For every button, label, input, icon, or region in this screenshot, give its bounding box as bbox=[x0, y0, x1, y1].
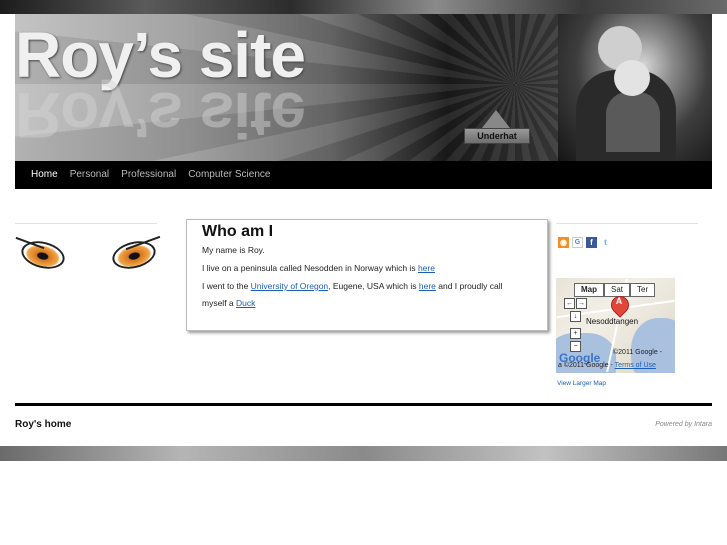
google-icon[interactable]: G bbox=[572, 237, 583, 248]
page-title: Who am I bbox=[202, 223, 274, 240]
content-line-3: I went to the University of Oregon, Euge… bbox=[202, 281, 503, 291]
right-divider bbox=[556, 223, 698, 224]
zoom-in-icon[interactable]: + bbox=[570, 328, 581, 339]
left-divider bbox=[15, 223, 157, 224]
triangle-up-icon bbox=[482, 110, 510, 128]
footer-home-link[interactable]: Roy's home bbox=[15, 419, 71, 430]
pan-down-icon[interactable]: ↓ bbox=[570, 311, 581, 322]
nav-item-home[interactable]: Home bbox=[25, 161, 64, 189]
content-text: My name is Roy. bbox=[202, 245, 265, 255]
eugene-here-link[interactable]: here bbox=[419, 281, 436, 291]
twitter-icon[interactable]: t bbox=[600, 237, 611, 248]
photo-face-child bbox=[614, 60, 650, 96]
top-band bbox=[0, 0, 727, 14]
footer-divider bbox=[15, 403, 712, 406]
map-copyright-text: a ©2011 Google - bbox=[558, 362, 613, 369]
map-type-tabs: Map Sat Ter bbox=[574, 283, 656, 297]
main-nav: Home Personal Professional Computer Scie… bbox=[15, 161, 712, 189]
powered-by: Powered by Intara bbox=[655, 421, 712, 428]
main-content-box: Who am I My name is Roy. I live on a pen… bbox=[186, 219, 548, 331]
content-line-1: My name is Roy. bbox=[202, 245, 265, 255]
left-eye-icon bbox=[20, 239, 66, 271]
map-tab-map[interactable]: Map bbox=[574, 283, 604, 297]
underhat-button[interactable]: Underhat bbox=[464, 128, 530, 144]
terms-of-use-link[interactable]: Terms of Use bbox=[615, 362, 656, 369]
google-map[interactable]: Map Sat Ter ← → ↓ + − A Nesoddtangen Goo… bbox=[556, 278, 675, 373]
content-text: I live on a peninsula called Nesodden in… bbox=[202, 263, 418, 273]
map-marker-letter: A bbox=[615, 296, 623, 306]
header-photo bbox=[558, 14, 712, 161]
map-place-label: Nesoddtangen bbox=[586, 317, 639, 326]
social-icons: ◉ G f t bbox=[558, 237, 611, 248]
site-title-reflection: Roy’s site bbox=[15, 79, 305, 151]
nav-item-professional[interactable]: Professional bbox=[115, 161, 182, 189]
nav-item-computer-science[interactable]: Computer Science bbox=[182, 161, 276, 189]
content-text: myself a bbox=[202, 298, 237, 308]
eyes-image bbox=[15, 235, 163, 278]
pan-right-icon[interactable]: → bbox=[576, 298, 587, 309]
bottom-band bbox=[0, 446, 727, 461]
rss-icon[interactable]: ◉ bbox=[558, 237, 569, 248]
powered-by-link[interactable]: Powered by Intara bbox=[655, 421, 712, 428]
map-tab-terrain[interactable]: Ter bbox=[630, 283, 656, 297]
content-line-4: myself a Duck bbox=[202, 298, 255, 308]
content-text: , Eugene, USA which is bbox=[328, 281, 419, 291]
content-text: I went to the bbox=[202, 281, 251, 291]
content-text: and I proudly call bbox=[435, 281, 503, 291]
underhat-control: Underhat bbox=[464, 110, 530, 144]
university-of-oregon-link[interactable]: University of Oregon bbox=[251, 281, 328, 291]
photo-figure-child bbox=[606, 92, 660, 152]
site-header-banner: Roy’s site Roy’s site Underhat bbox=[15, 14, 712, 161]
duck-link[interactable]: Duck bbox=[236, 298, 255, 308]
nav-item-personal[interactable]: Personal bbox=[64, 161, 115, 189]
view-larger-map-link[interactable]: View Larger Map bbox=[557, 380, 606, 387]
nesodden-here-link[interactable]: here bbox=[418, 263, 435, 273]
pan-left-icon[interactable]: ← bbox=[564, 298, 575, 309]
content-line-2: I live on a peninsula called Nesodden in… bbox=[202, 263, 435, 273]
map-copyright-line: a ©2011 Google - Terms of Use bbox=[558, 362, 656, 369]
facebook-icon[interactable]: f bbox=[586, 237, 597, 248]
map-copyright: ©2011 Google - bbox=[613, 349, 663, 356]
